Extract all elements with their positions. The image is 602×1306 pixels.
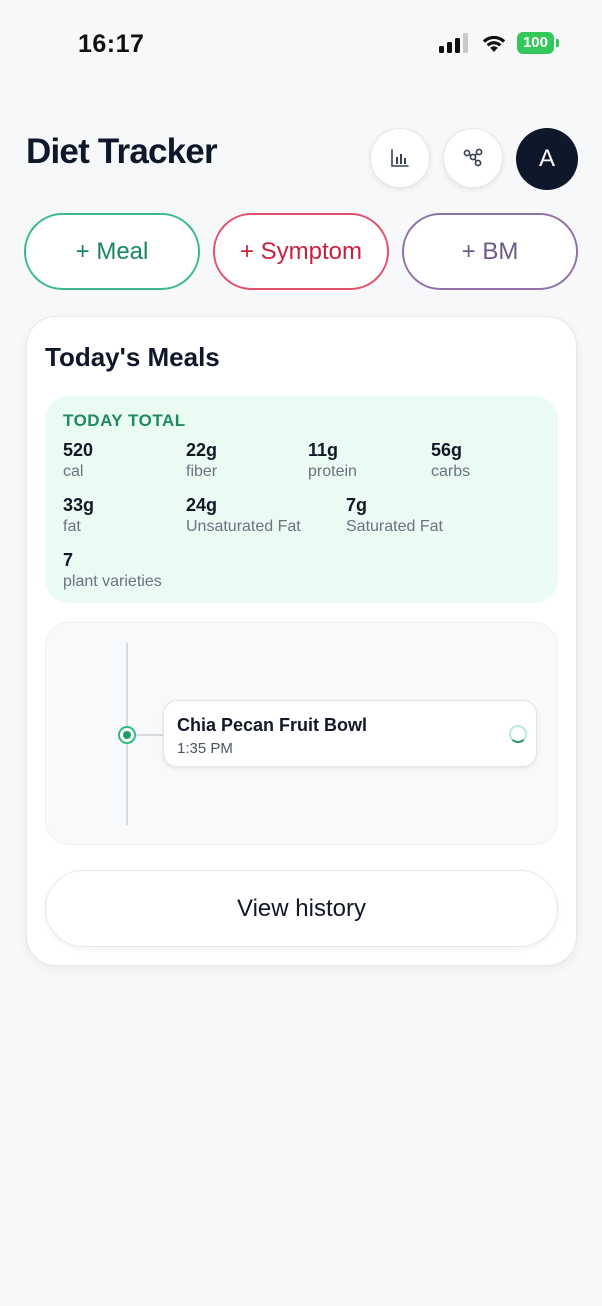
stat-value: 11g: [308, 440, 339, 460]
stat-label: fiber: [186, 463, 218, 480]
totals-label: TODAY TOTAL: [63, 411, 186, 430]
stat-label: Saturated Fat: [346, 518, 443, 535]
cellular-signal-icon: [438, 33, 468, 53]
stat-value: 7: [63, 550, 74, 570]
stat-fiber: 22g fiber: [186, 440, 217, 481]
stat-protein: 11g protein: [308, 440, 357, 481]
stat-value: 33g: [63, 495, 95, 515]
stat-label: plant varieties: [63, 573, 162, 590]
add-bm-button[interactable]: + BM: [402, 213, 578, 290]
timeline-dot: [118, 726, 136, 744]
todays-meals-card: Today's Meals TODAY TOTAL 520 cal 22g fi…: [26, 316, 577, 966]
page-title: Diet Tracker: [26, 132, 218, 171]
stat-value: 24g: [186, 495, 218, 515]
stat-unsaturated-fat: 24g Unsaturated Fat: [186, 495, 301, 536]
stat-saturated-fat: 7g Saturated Fat: [346, 495, 443, 536]
stat-value: 56g: [431, 440, 463, 460]
network-icon: [463, 148, 483, 167]
stat-value: 7g: [346, 495, 368, 515]
status-indicators: 100: [438, 32, 560, 54]
add-symptom-button[interactable]: + Symptom: [213, 213, 389, 290]
wifi-icon: [482, 35, 506, 52]
meal-time: 1:35 PM: [177, 740, 233, 757]
stat-label: cal: [63, 463, 84, 480]
header: Diet Tracker A: [26, 128, 578, 190]
avatar[interactable]: A: [516, 128, 578, 190]
bar-chart-icon: [391, 149, 409, 167]
stat-value: 22g: [186, 440, 218, 460]
quick-add-bar: + Meal + Symptom + BM: [24, 213, 578, 290]
today-totals-panel: TODAY TOTAL 520 cal 22g fiber 11g protei…: [45, 396, 558, 603]
card-title: Today's Meals: [45, 342, 220, 372]
stats-button[interactable]: [370, 128, 430, 188]
view-history-button[interactable]: View history: [45, 870, 558, 947]
add-meal-button[interactable]: + Meal: [24, 213, 200, 290]
correlations-button[interactable]: [443, 128, 503, 188]
stat-label: protein: [308, 463, 357, 480]
status-time: 16:17: [78, 30, 145, 58]
stat-plant-varieties: 7 plant varieties: [63, 550, 162, 591]
status-bar: 16:17 100: [0, 0, 602, 90]
battery-indicator: 100: [516, 32, 560, 54]
loading-spinner-icon: [509, 725, 527, 743]
meal-timeline: Chia Pecan Fruit Bowl 1:35 PM: [45, 622, 558, 845]
stat-label: Unsaturated Fat: [186, 518, 301, 535]
stat-label: fat: [63, 518, 81, 535]
meal-entry[interactable]: Chia Pecan Fruit Bowl 1:35 PM: [163, 700, 537, 767]
timeline-connector: [136, 734, 164, 736]
stat-value: 520: [63, 440, 94, 460]
meal-name: Chia Pecan Fruit Bowl: [177, 715, 368, 735]
stat-calories: 520 cal: [63, 440, 93, 481]
stat-carbs: 56g carbs: [431, 440, 470, 481]
stat-fat: 33g fat: [63, 495, 94, 536]
stat-label: carbs: [431, 463, 471, 480]
